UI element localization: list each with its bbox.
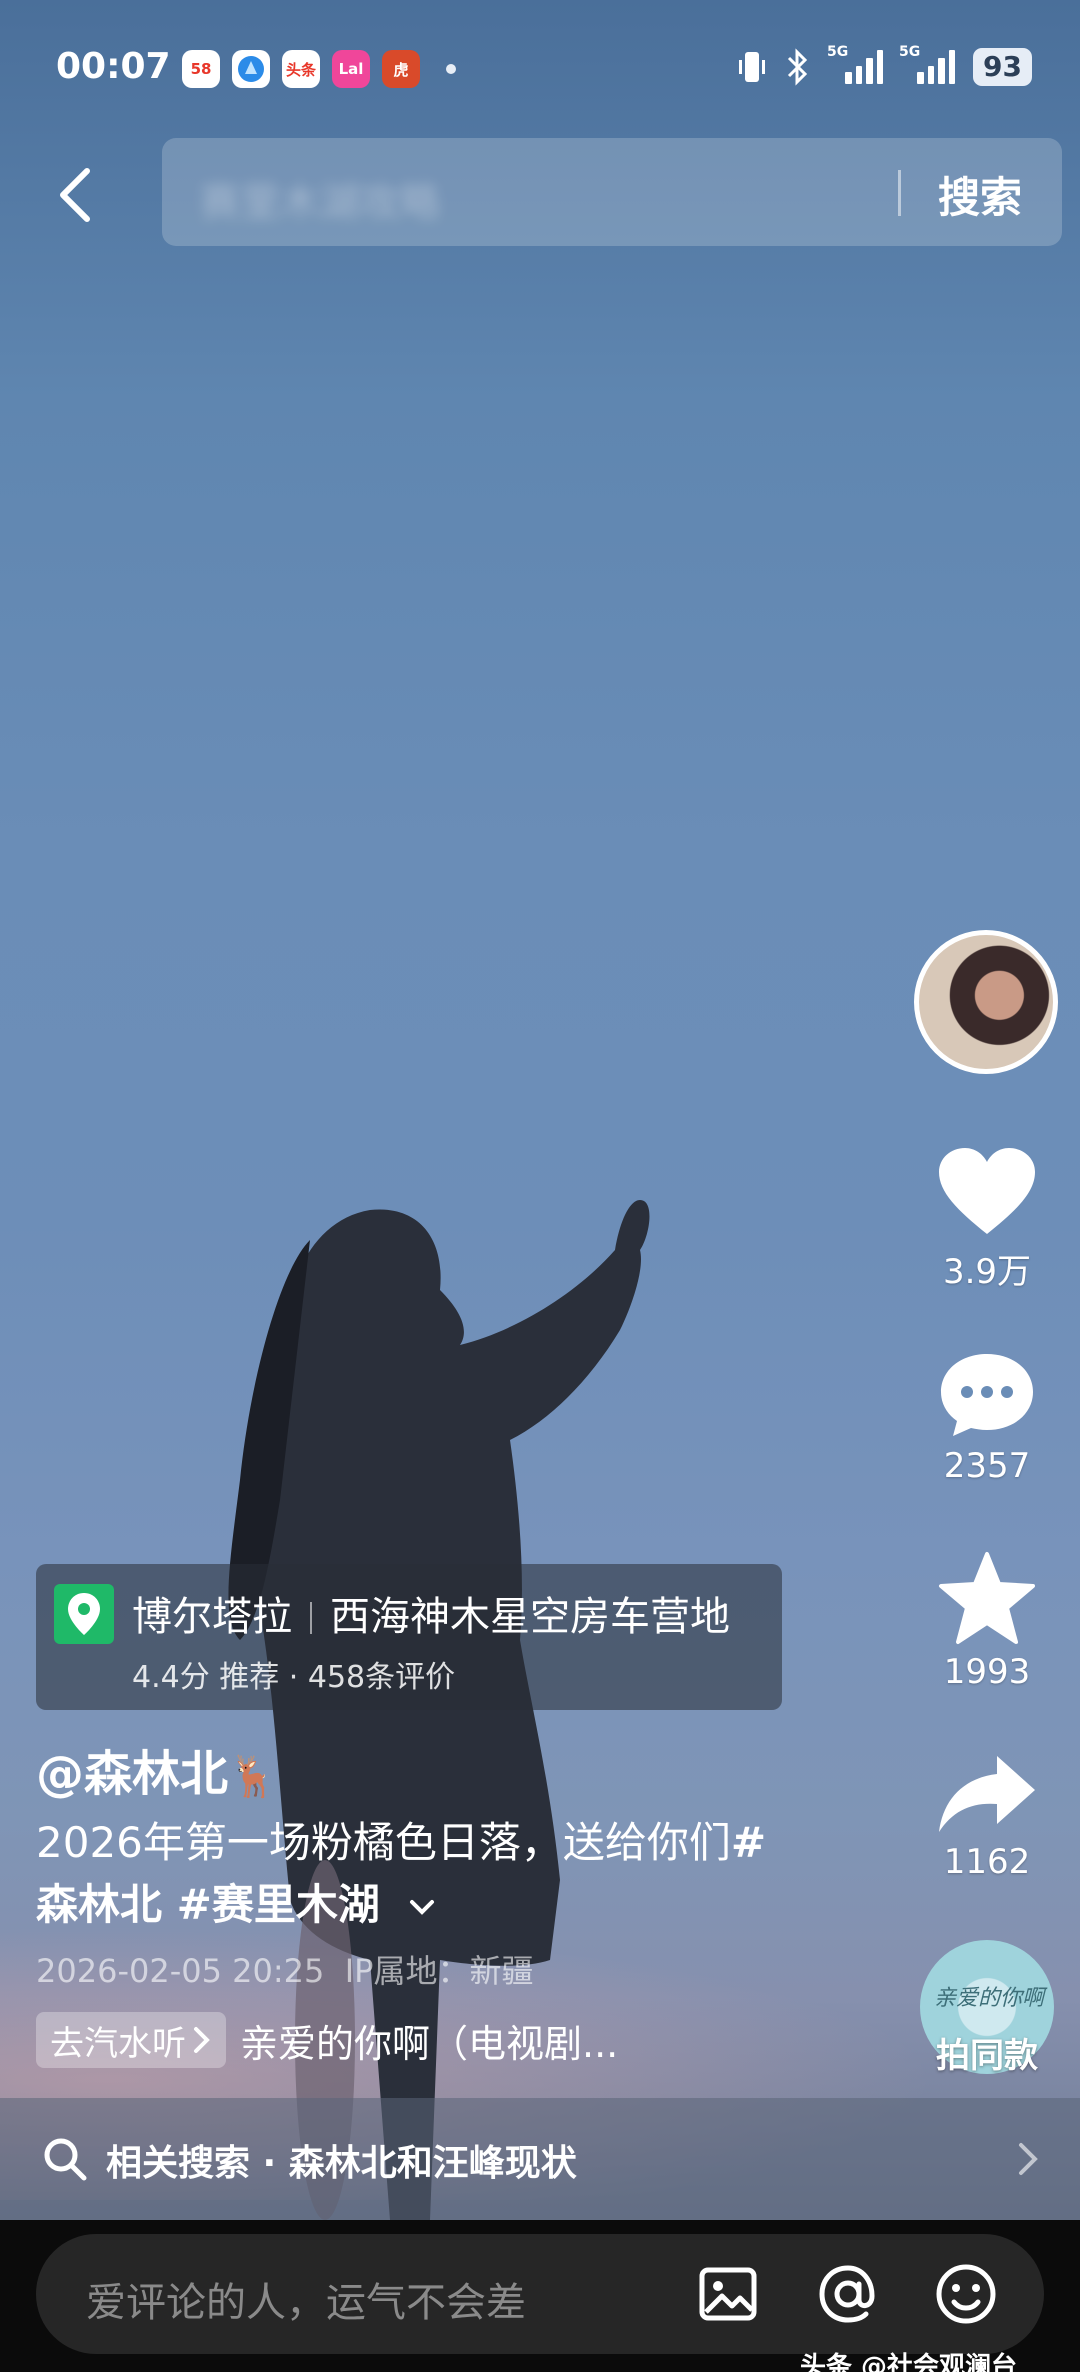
author-handle: @森林北 (36, 1746, 229, 1802)
soda-music-label: 去汽水听 (50, 2023, 186, 2064)
location-name: 博尔塔拉 西海神木星空房车营地 (132, 1584, 730, 1642)
status-indicators: 5G 5G 93 (737, 44, 1032, 86)
network-label-1: 5G (827, 44, 849, 60)
deer-emoji: 🦌 (228, 1754, 278, 1800)
star-icon (939, 1552, 1035, 1644)
soda-music-chip[interactable]: 去汽水听 (36, 2012, 226, 2068)
share-arrow-icon (939, 1756, 1035, 1832)
heart-icon (939, 1148, 1035, 1234)
post-meta: 2026-02-05 20:25 IP属地：新疆 (36, 1946, 533, 1992)
chevron-right-icon (1019, 2143, 1038, 2175)
chevron-left-icon (60, 168, 90, 222)
image-icon[interactable] (696, 2262, 760, 2326)
post-caption[interactable]: 2026年第一场粉橘色日落，送给你们# 森林北 #赛里木湖 (36, 1812, 836, 1936)
signal-icon-1: 5G (827, 44, 884, 84)
caption-hashtags[interactable]: 森林北 #赛里木湖 (36, 1880, 380, 1929)
search-bar[interactable]: 赛里木湖攻略 搜索 (162, 138, 1062, 246)
app-browser-icon (232, 50, 270, 88)
search-input[interactable]: 赛里木湖攻略 (200, 170, 440, 228)
like-count: 3.9万 (942, 1252, 1032, 1292)
search-button[interactable]: 搜索 (938, 164, 1022, 225)
music-title: 亲爱的你啊（电视剧... (240, 2021, 619, 2066)
comment-button[interactable]: 2357 (912, 1350, 1062, 1486)
status-time: 00:07 (56, 46, 171, 87)
disc-cover-text: 亲爱的你啊 (934, 1986, 1045, 2011)
location-place: 西海神木星空房车营地 (330, 1594, 730, 1640)
favorite-button[interactable]: 1993 (912, 1550, 1062, 1692)
app-pink-icon: Lal (332, 50, 370, 88)
share-button[interactable]: 1162 (912, 1752, 1062, 1882)
related-search-bar[interactable]: 相关搜索 · 森林北和汪峰现状 (0, 2098, 1080, 2220)
location-pin-icon (54, 1584, 114, 1644)
author-name[interactable]: @森林北🦌 (36, 1734, 278, 1804)
signal-icon-2: 5G (899, 44, 956, 84)
favorite-count: 1993 (943, 1652, 1031, 1692)
more-notifications-dot (446, 64, 456, 74)
location-region: 博尔塔拉 (132, 1594, 292, 1640)
watermark: 头条 @社会观澜台 (800, 2352, 1018, 2372)
location-separator (310, 1602, 312, 1634)
emoji-icon[interactable] (934, 2262, 998, 2326)
share-count: 1162 (943, 1842, 1031, 1882)
comment-placeholder: 爱评论的人，运气不会差 (86, 2280, 526, 2326)
location-rating: 4.4分 推荐 · 458条评价 (132, 1660, 456, 1695)
expand-chevron-icon[interactable] (409, 1899, 435, 1915)
location-card[interactable]: 博尔塔拉 西海神木星空房车营地 4.4分 推荐 · 458条评价 (36, 1564, 782, 1710)
post-ip: IP属地：新疆 (344, 1952, 534, 1990)
status-bar: 00:07 58 头条 Lal 虎 5G 5G 93 (0, 0, 1080, 140)
comment-bubble-icon (941, 1354, 1033, 1436)
battery-indicator: 93 (973, 48, 1032, 86)
app-toutiao-icon: 头条 (282, 50, 320, 88)
app-58-icon: 58 (182, 50, 220, 88)
caption-text: 2026年第一场粉橘色日落，送给你们 (36, 1818, 731, 1867)
caption-hash[interactable]: # (731, 1818, 766, 1867)
app-game-icon: 虎 (382, 50, 420, 88)
chevron-right-icon (194, 2027, 210, 2053)
back-button[interactable] (40, 150, 110, 240)
bluetooth-icon (787, 48, 808, 86)
related-search-label: 相关搜索 · 森林北和汪峰现状 (106, 2143, 577, 2184)
like-button[interactable]: 3.9万 (912, 1146, 1062, 1293)
vibrate-icon (739, 52, 766, 82)
mention-icon[interactable] (816, 2262, 880, 2326)
same-style-button[interactable]: 拍同款 (912, 2028, 1062, 2077)
search-divider (898, 170, 901, 216)
post-date: 2026-02-05 20:25 (36, 1952, 325, 1990)
comment-count: 2357 (943, 1446, 1031, 1486)
author-avatar[interactable] (914, 930, 1058, 1074)
notification-icons: 58 头条 Lal 虎 (182, 50, 456, 88)
comment-input[interactable]: 爱评论的人，运气不会差 (36, 2234, 1044, 2354)
music-row[interactable]: 去汽水听 亲爱的你啊（电视剧... (36, 2010, 618, 2070)
network-label-2: 5G (899, 44, 921, 60)
search-icon (44, 2138, 87, 2181)
